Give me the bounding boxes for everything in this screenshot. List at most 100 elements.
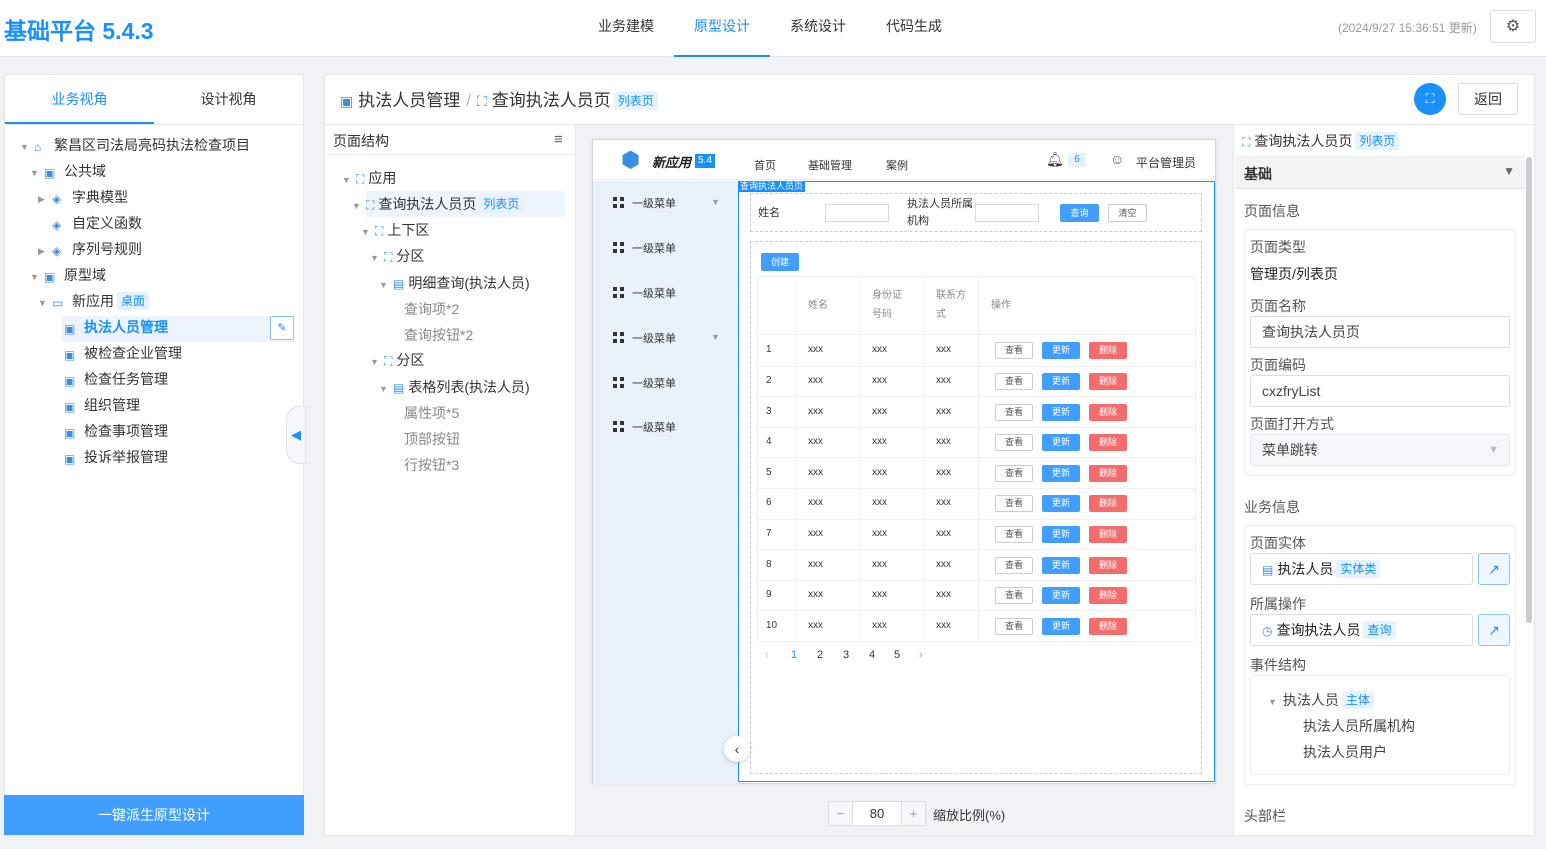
derive-prototype-button[interactable]: 一键派生原型设计: [4, 795, 304, 835]
caret-down-icon[interactable]: ▼: [361, 219, 375, 245]
tree-seq-rule[interactable]: ▶ ◈ 序列号规则: [38, 236, 142, 262]
caret-down-icon[interactable]: ▼: [370, 349, 384, 375]
row-update-button[interactable]: 更新: [1042, 618, 1080, 635]
row-update-button[interactable]: 更新: [1042, 434, 1080, 451]
row-view-button[interactable]: 查看: [995, 373, 1033, 390]
tab-system-design[interactable]: 系统设计: [770, 0, 866, 57]
zoom-plus-button[interactable]: +: [901, 802, 925, 825]
prev-page-icon[interactable]: ‹: [765, 649, 769, 661]
open-op-button[interactable]: ↗: [1478, 614, 1510, 646]
preview-user-name[interactable]: 平台管理员: [1136, 154, 1196, 171]
row-update-button[interactable]: 更新: [1042, 495, 1080, 512]
op-field[interactable]: ◷ 查询执法人员 查询: [1250, 614, 1473, 646]
tree-public-domain[interactable]: ▼ ▣ 公共域: [30, 158, 106, 184]
page-name-input[interactable]: 查询执法人员页: [1250, 316, 1510, 348]
row-delete-button[interactable]: 删除: [1089, 587, 1127, 604]
struct-row-buttons[interactable]: 行按钮*3: [404, 452, 459, 478]
row-update-button[interactable]: 更新: [1042, 526, 1080, 543]
page-1[interactable]: 1: [791, 649, 797, 661]
tree-page-1[interactable]: ▣ 被检查企业管理: [64, 340, 182, 366]
row-view-button[interactable]: 查看: [995, 618, 1033, 635]
tree-proto-domain[interactable]: ▼ ▣ 原型域: [30, 262, 106, 288]
caret-down-icon[interactable]: ▼: [20, 134, 34, 160]
row-view-button[interactable]: 查看: [995, 404, 1033, 421]
zoom-value[interactable]: 80: [853, 802, 901, 825]
tree-new-app[interactable]: ▼ ▭ 新应用 桌面: [38, 288, 150, 316]
settings-button[interactable]: ⚙: [1490, 10, 1536, 43]
chevron-down-icon[interactable]: ▼: [711, 197, 720, 207]
caret-down-icon[interactable]: ▼: [30, 264, 44, 290]
caret-down-icon[interactable]: ▼: [30, 160, 44, 186]
row-update-button[interactable]: 更新: [1042, 465, 1080, 482]
collapse-sidebar-button[interactable]: ‹: [724, 736, 750, 762]
caret-down-icon[interactable]: ▼: [379, 376, 393, 402]
tree-page-5[interactable]: ▣ 投诉举报管理: [64, 444, 168, 470]
preview-nav-base[interactable]: 基础管理: [808, 157, 852, 173]
struct-top-buttons[interactable]: 顶部按钮: [404, 426, 460, 452]
menu-icon[interactable]: ≡: [554, 131, 563, 148]
caret-right-icon[interactable]: ▶: [38, 186, 52, 212]
caret-down-icon[interactable]: ▼: [379, 272, 393, 298]
row-view-button[interactable]: 查看: [995, 434, 1033, 451]
struct-page[interactable]: ▼ ⛶ 查询执法人员页 列表页: [352, 191, 524, 219]
page-3[interactable]: 3: [843, 649, 849, 661]
query-clear-button[interactable]: 清空: [1108, 204, 1147, 222]
caret-right-icon[interactable]: ▶: [38, 238, 52, 264]
caret-down-icon[interactable]: ▼: [38, 290, 52, 316]
struct-query-buttons[interactable]: 查询按钮*2: [404, 322, 473, 348]
row-update-button[interactable]: 更新: [1042, 342, 1080, 359]
tree-project[interactable]: ▼ ⌂ 繁昌区司法局亮码执法检查项目: [20, 132, 250, 158]
zoom-stepper[interactable]: − 80 +: [828, 801, 926, 826]
struct-table-list[interactable]: ▼ ▤ 表格列表(执法人员): [379, 374, 530, 400]
row-delete-button[interactable]: 删除: [1089, 557, 1127, 574]
row-update-button[interactable]: 更新: [1042, 557, 1080, 574]
preview-nav-home[interactable]: 首页: [754, 157, 776, 173]
collapse-left-button[interactable]: ◀: [286, 406, 306, 464]
query-org-input[interactable]: [975, 204, 1039, 222]
tab-business-modeling[interactable]: 业务建模: [578, 0, 674, 57]
tab-prototype-design[interactable]: 原型设计: [674, 0, 770, 57]
fullscreen-button[interactable]: ⛶: [1414, 83, 1446, 115]
caret-down-icon[interactable]: ▼: [352, 193, 366, 219]
preview-menu-item[interactable]: 一级菜单: [613, 240, 676, 256]
page-4[interactable]: 4: [869, 649, 875, 661]
row-delete-button[interactable]: 删除: [1089, 404, 1127, 421]
tab-business-view[interactable]: 业务视角: [5, 75, 154, 124]
row-delete-button[interactable]: 删除: [1089, 526, 1127, 543]
row-view-button[interactable]: 查看: [995, 495, 1033, 512]
zoom-minus-button[interactable]: −: [829, 802, 853, 825]
struct-part-1[interactable]: ▼ ⛶ 分区: [370, 243, 424, 269]
preview-menu-item[interactable]: 一级菜单: [613, 419, 676, 435]
struct-query-items[interactable]: 查询项*2: [404, 296, 459, 322]
row-delete-button[interactable]: 删除: [1089, 495, 1127, 512]
next-page-icon[interactable]: ›: [919, 649, 923, 661]
back-button[interactable]: 返回: [1458, 83, 1518, 115]
query-search-button[interactable]: 查询: [1060, 204, 1099, 222]
tree-page-3[interactable]: ▣ 组织管理: [64, 392, 140, 418]
event-root[interactable]: ▼ 执法人员 主体: [1268, 690, 1374, 710]
struct-attr-items[interactable]: 属性项*5: [404, 400, 459, 426]
caret-down-icon[interactable]: ▼: [370, 245, 384, 271]
row-view-button[interactable]: 查看: [995, 465, 1033, 482]
struct-part-2[interactable]: ▼ ⛶ 分区: [370, 347, 424, 373]
tab-design-view[interactable]: 设计视角: [154, 75, 303, 124]
row-delete-button[interactable]: 删除: [1089, 434, 1127, 451]
row-update-button[interactable]: 更新: [1042, 404, 1080, 421]
tab-code-generation[interactable]: 代码生成: [866, 0, 962, 57]
row-view-button[interactable]: 查看: [995, 587, 1033, 604]
page-code-input[interactable]: cxzfryList: [1250, 375, 1510, 407]
tree-page-4[interactable]: ▣ 检查事项管理: [64, 418, 168, 444]
caret-down-icon[interactable]: ▼: [342, 167, 356, 193]
chevron-down-icon[interactable]: ▼: [711, 332, 720, 342]
event-child[interactable]: 执法人员所属机构: [1303, 716, 1415, 736]
row-view-button[interactable]: 查看: [995, 342, 1033, 359]
props-scrollbar[interactable]: [1526, 157, 1532, 623]
page-2[interactable]: 2: [817, 649, 823, 661]
row-delete-button[interactable]: 删除: [1089, 342, 1127, 359]
bell-icon[interactable]: 🔔︎: [1046, 151, 1064, 168]
tree-page-0[interactable]: ▣ 执法人员管理: [64, 314, 168, 340]
props-section-basic[interactable]: 基础 ▼: [1235, 155, 1525, 189]
preview-nav-case[interactable]: 案例: [886, 157, 908, 173]
entity-field[interactable]: ▤ 执法人员 实体类: [1250, 553, 1473, 585]
row-delete-button[interactable]: 删除: [1089, 373, 1127, 390]
